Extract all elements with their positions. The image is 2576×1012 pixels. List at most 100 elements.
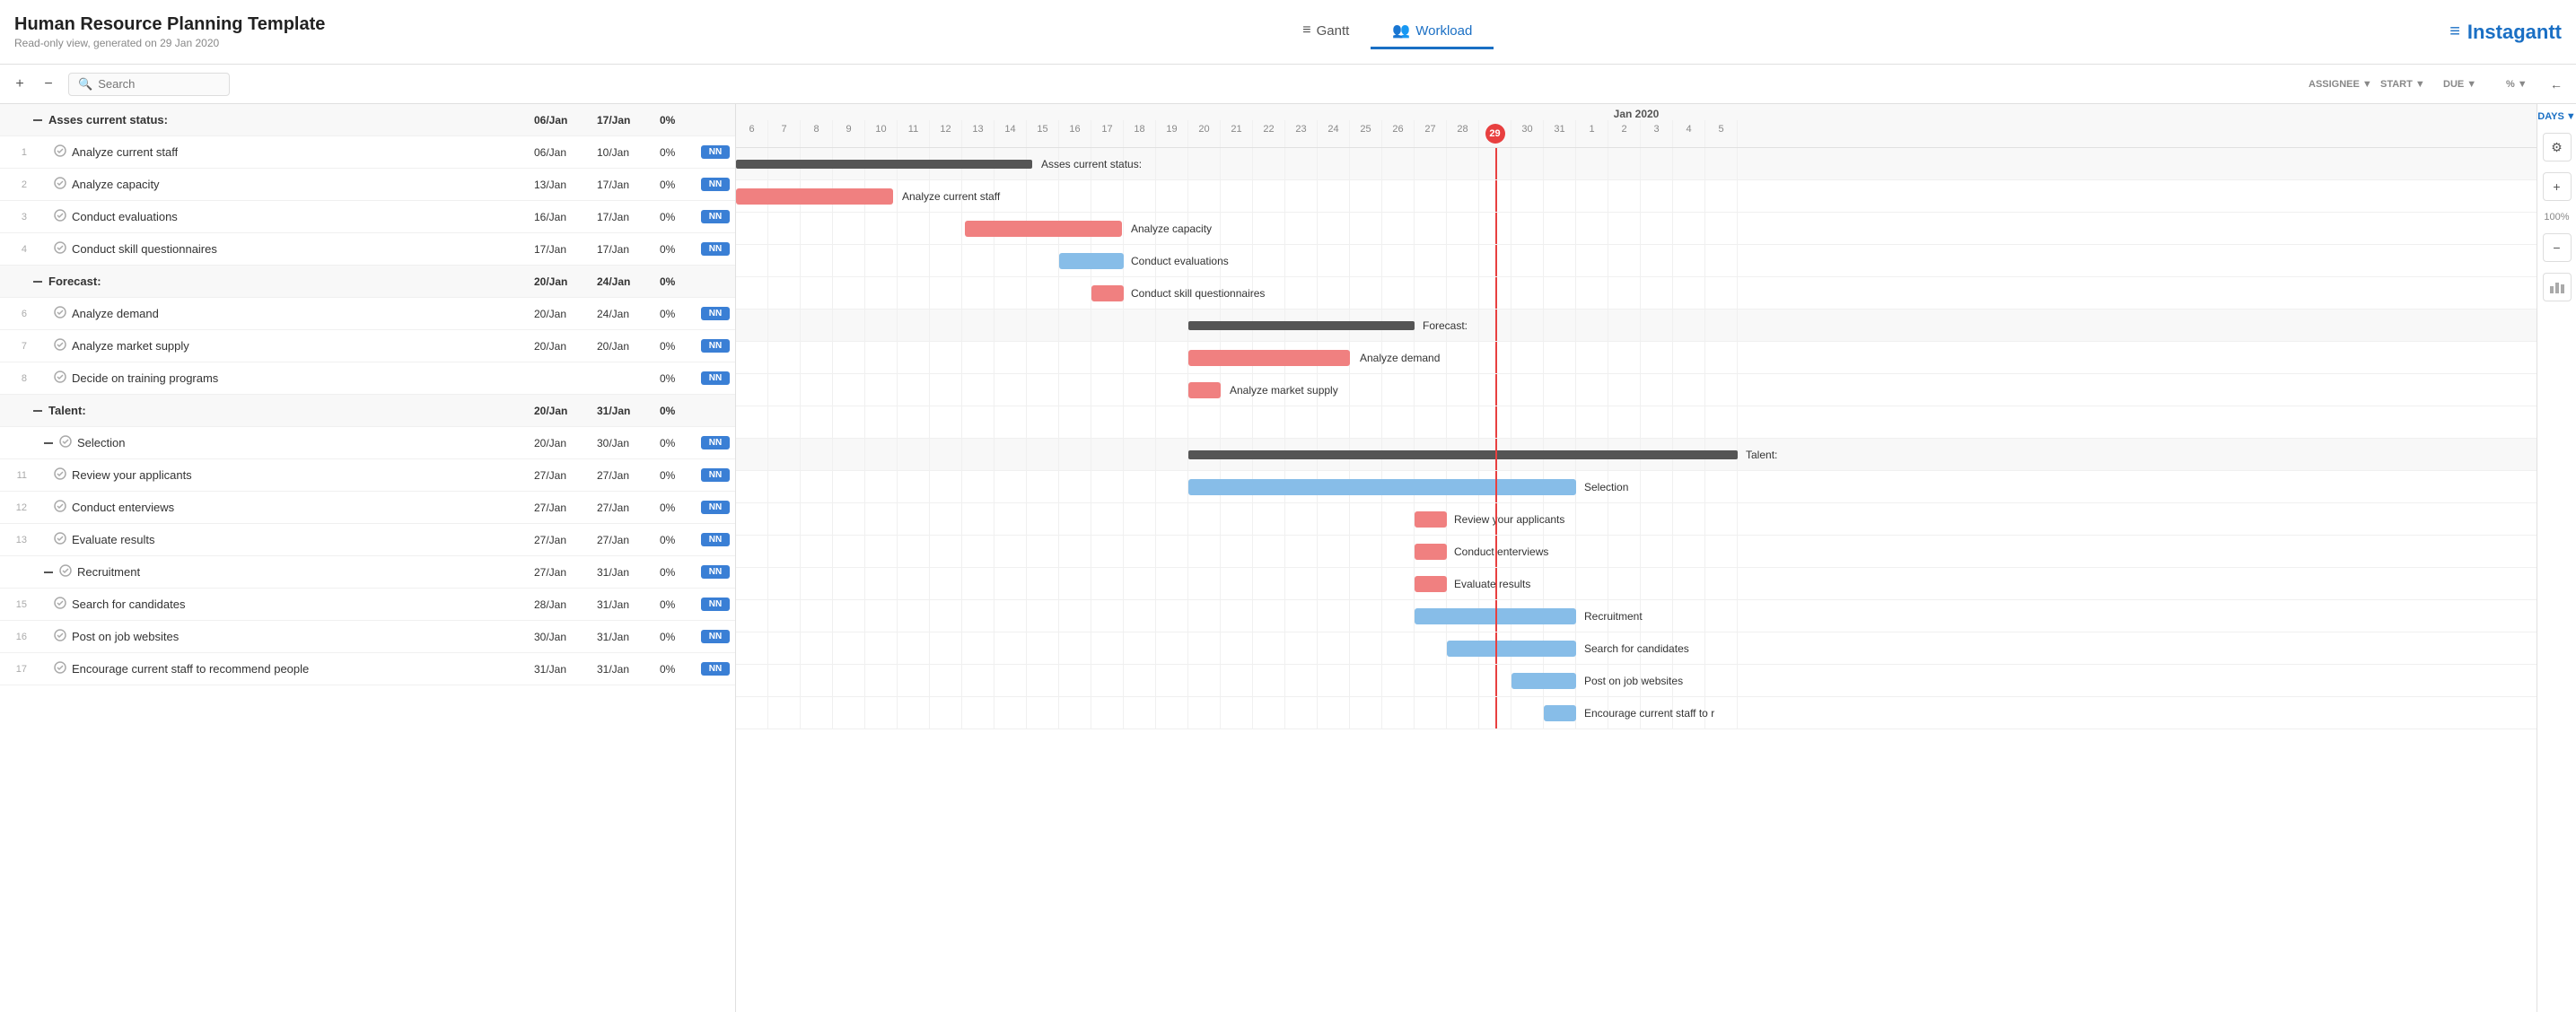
gantt-bar[interactable] <box>965 221 1122 237</box>
settings-button[interactable]: ⚙ <box>2543 133 2572 161</box>
gantt-col-bg <box>1318 632 1350 664</box>
task-name-text: Forecast: <box>48 275 101 288</box>
gantt-row: Conduct evaluations <box>736 245 2537 277</box>
gantt-bar[interactable] <box>1188 321 1415 330</box>
due-cell: 30/Jan <box>593 437 656 449</box>
gantt-bar[interactable] <box>1447 641 1576 657</box>
gantt-col-bg <box>1156 568 1188 599</box>
gantt-col-bg <box>1318 213 1350 244</box>
gantt-col-bg <box>1156 342 1188 373</box>
task-row[interactable]: 2Analyze capacity13/Jan17/Jan0%NN <box>0 169 735 201</box>
gantt-col-bg <box>1447 342 1479 373</box>
task-row[interactable]: 3Conduct evaluations16/Jan17/Jan0%NN <box>0 201 735 233</box>
gantt-col-bg <box>1511 277 1544 309</box>
gantt-bar[interactable] <box>1511 673 1576 689</box>
gantt-col-bg <box>1544 406 1576 438</box>
task-name-text: Conduct enterviews <box>72 501 174 514</box>
gantt-col-bg <box>865 665 898 696</box>
expand-icon[interactable] <box>43 438 54 449</box>
gantt-col-bg <box>962 665 994 696</box>
task-row[interactable]: 6Analyze demand20/Jan24/Jan0%NN <box>0 298 735 330</box>
gantt-col-bg <box>1382 374 1415 406</box>
gantt-col-bg <box>1382 568 1415 599</box>
task-row[interactable]: 13Evaluate results27/Jan27/Jan0%NN <box>0 524 735 556</box>
remove-button[interactable]: − <box>36 72 61 97</box>
chart-view-button[interactable] <box>2543 273 2572 301</box>
back-button[interactable]: ← <box>2544 72 2569 97</box>
expand-icon[interactable] <box>32 276 43 287</box>
task-row[interactable]: 11Review your applicants27/Jan27/Jan0%NN <box>0 459 735 492</box>
check-icon <box>59 564 72 580</box>
gantt-col-bg <box>1091 568 1124 599</box>
expand-icon[interactable] <box>43 567 54 578</box>
gantt-bar[interactable] <box>736 188 893 205</box>
gantt-col-bg <box>898 536 930 567</box>
header-left: Human Resource Planning Template Read-on… <box>14 14 325 49</box>
task-row[interactable]: 17Encourage current staff to recommend p… <box>0 653 735 685</box>
gantt-bar[interactable] <box>1188 382 1221 398</box>
task-row[interactable]: Recruitment27/Jan31/Jan0%NN <box>0 556 735 589</box>
due-cell: 24/Jan <box>593 308 656 320</box>
gantt-col-bg <box>865 374 898 406</box>
task-row[interactable]: 1Analyze current staff06/Jan10/Jan0%NN <box>0 136 735 169</box>
task-row[interactable]: 15Search for candidates28/Jan31/Jan0%NN <box>0 589 735 621</box>
gantt-col-bg <box>898 374 930 406</box>
task-name-text: Selection <box>77 436 125 449</box>
gantt-col-bg <box>1059 406 1091 438</box>
task-row[interactable]: Talent:20/Jan31/Jan0% <box>0 395 735 427</box>
gantt-label: Evaluate results <box>1454 578 1530 590</box>
task-row[interactable]: 8Decide on training programs0%NN <box>0 362 735 395</box>
pct-cell: 0% <box>656 146 701 159</box>
gantt-label: Conduct evaluations <box>1131 255 1229 267</box>
due-cell: 17/Jan <box>593 114 656 126</box>
task-row[interactable]: 7Analyze market supply20/Jan20/Jan0%NN <box>0 330 735 362</box>
gantt-bar[interactable] <box>736 160 1032 169</box>
expand-icon[interactable] <box>32 115 43 126</box>
gantt-col-bg <box>1059 374 1091 406</box>
gantt-col-bg <box>1641 310 1673 341</box>
gantt-panel: Jan 2020 6789101112131415161718192021222… <box>736 104 2537 1012</box>
gantt-col-bg <box>1124 536 1156 567</box>
task-row[interactable]: Forecast:20/Jan24/Jan0% <box>0 266 735 298</box>
tab-gantt[interactable]: ≡ Gantt <box>1281 15 1371 48</box>
gantt-col-bg <box>736 439 768 470</box>
days-toggle[interactable]: DAYS ▼ <box>2537 111 2575 122</box>
gantt-col-bg <box>768 665 801 696</box>
task-name-cell: Analyze current staff <box>32 144 459 160</box>
gantt-day-col: 27 <box>1415 120 1447 147</box>
gantt-col-bg <box>1641 148 1673 179</box>
zoom-out-button[interactable]: − <box>2543 233 2572 262</box>
gantt-bar[interactable] <box>1091 285 1124 301</box>
check-icon <box>54 338 66 353</box>
task-row[interactable]: Selection20/Jan30/Jan0%NN <box>0 427 735 459</box>
gantt-bar[interactable] <box>1415 544 1447 560</box>
nn-badge: NN <box>701 565 730 579</box>
gantt-bar[interactable] <box>1188 450 1738 459</box>
search-box[interactable]: 🔍 <box>68 73 230 96</box>
gantt-bar[interactable] <box>1415 511 1447 528</box>
gantt-bar[interactable] <box>1059 253 1124 269</box>
today-line <box>1495 697 1497 728</box>
gantt-bar[interactable] <box>1188 350 1350 366</box>
task-row[interactable]: 4Conduct skill questionnaires17/Jan17/Ja… <box>0 233 735 266</box>
gantt-col-bg <box>1415 665 1447 696</box>
gantt-bar[interactable] <box>1188 479 1576 495</box>
add-button[interactable]: + <box>7 72 32 97</box>
gantt-bar[interactable] <box>1415 576 1447 592</box>
gantt-col-bg <box>1156 471 1188 502</box>
task-row[interactable]: Asses current status:06/Jan17/Jan0% <box>0 104 735 136</box>
gantt-day-col: 16 <box>1059 120 1091 147</box>
task-row[interactable]: 16Post on job websites30/Jan31/Jan0%NN <box>0 621 735 653</box>
gantt-col-bg <box>1253 632 1285 664</box>
tab-workload[interactable]: 👥 Workload <box>1371 14 1494 49</box>
search-input[interactable] <box>98 77 206 91</box>
task-row[interactable]: 12Conduct enterviews27/Jan27/Jan0%NN <box>0 492 735 524</box>
gantt-bar[interactable] <box>1544 705 1576 721</box>
gantt-col-bg <box>994 374 1027 406</box>
expand-icon[interactable] <box>32 406 43 416</box>
zoom-in-button[interactable]: + <box>2543 172 2572 201</box>
gantt-col-bg <box>1188 568 1221 599</box>
gantt-day-col: 6 <box>736 120 768 147</box>
gantt-col-bg <box>1641 180 1673 212</box>
gantt-col-bg <box>994 245 1027 276</box>
